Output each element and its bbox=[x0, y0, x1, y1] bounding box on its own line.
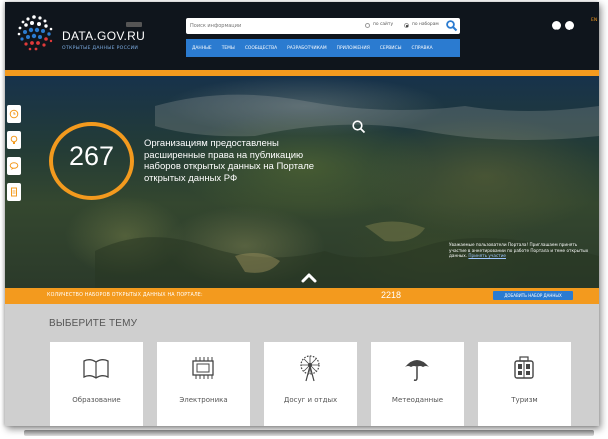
browser-page: DATA.GOV.RU ОТКРЫТЫЕ ДАННЫЕ РОССИИ по са… bbox=[5, 2, 599, 426]
logo-subtitle: ОТКРЫТЫЕ ДАННЫЕ РОССИИ bbox=[62, 46, 139, 51]
tool-idea[interactable] bbox=[7, 131, 21, 149]
topic-card-weather[interactable]: Метеоданные bbox=[371, 342, 464, 426]
survey-link[interactable]: Принять участие bbox=[468, 253, 506, 258]
logo-title[interactable]: DATA.GOV.RU bbox=[62, 29, 145, 43]
tool-clock[interactable] bbox=[7, 105, 21, 123]
topic-card-tourism[interactable]: Туризм bbox=[478, 342, 571, 426]
topics-section: ВЫБЕРИТЕ ТЕМУ Образование Электроника До… bbox=[5, 304, 599, 426]
topic-card-leisure[interactable]: Досуг и отдых bbox=[264, 342, 357, 426]
scope-label-site: по сайту bbox=[373, 22, 394, 27]
dataset-count-bar: КОЛИЧЕСТВО НАБОРОВ ОТКРЫТЫХ ДАННЫХ НА ПО… bbox=[5, 288, 599, 304]
chip-icon bbox=[192, 357, 214, 379]
topic-label: Досуг и отдых bbox=[283, 396, 338, 404]
logo-dots-icon[interactable] bbox=[15, 14, 57, 52]
edit-icon[interactable] bbox=[565, 21, 574, 34]
site-header: DATA.GOV.RU ОТКРЫТЫЕ ДАННЫЕ РОССИИ по са… bbox=[5, 2, 599, 70]
nav-item-services[interactable]: СЕРВИСЫ bbox=[375, 46, 407, 51]
chat-icon bbox=[9, 162, 19, 170]
ferris-wheel-icon bbox=[300, 355, 320, 382]
scroll-up-icon[interactable] bbox=[295, 268, 323, 288]
dataset-count-value: 2218 bbox=[381, 290, 402, 300]
stat-count: 267 bbox=[68, 141, 115, 171]
search-bar: по сайту по наборам bbox=[186, 18, 460, 34]
umbrella-icon bbox=[405, 360, 429, 381]
lightbulb-icon bbox=[10, 135, 18, 144]
book-icon bbox=[83, 359, 109, 379]
main-nav: ДАННЫЕ ТЕМЫ СООБЩЕСТВА РАЗРАБОТЧИКАМ ПРИ… bbox=[186, 39, 460, 57]
tool-document[interactable] bbox=[7, 183, 21, 201]
accessibility-icon[interactable] bbox=[552, 21, 561, 34]
topics-title: ВЫБЕРИТЕ ТЕМУ bbox=[49, 318, 138, 329]
topic-card-education[interactable]: Образование bbox=[50, 342, 143, 426]
clock-icon bbox=[9, 109, 19, 119]
nav-item-communities[interactable]: СООБЩЕСТВА bbox=[240, 46, 282, 51]
topic-label: Туризм bbox=[511, 396, 538, 404]
tool-comments[interactable] bbox=[7, 157, 21, 175]
scope-radio-datasets[interactable] bbox=[404, 23, 409, 28]
nav-item-topics[interactable]: ТЕМЫ bbox=[217, 46, 240, 51]
nav-item-data[interactable]: ДАННЫЕ bbox=[186, 46, 217, 51]
topic-label: Электроника bbox=[179, 396, 228, 404]
topic-label: Образование bbox=[72, 396, 121, 404]
nav-item-developers[interactable]: РАЗРАБОТЧИКАМ bbox=[282, 46, 331, 51]
map-search-icon[interactable] bbox=[351, 119, 367, 135]
scope-radio-site[interactable] bbox=[365, 23, 370, 28]
scope-label-datasets: по наборам bbox=[412, 22, 439, 27]
document-icon bbox=[11, 187, 17, 197]
page-shadow bbox=[24, 430, 594, 436]
language-switch[interactable]: EN bbox=[591, 18, 597, 23]
hero-headline[interactable]: Организациям предоставлены расширенные п… bbox=[144, 138, 334, 184]
nav-item-apps[interactable]: ПРИЛОЖЕНИЯ bbox=[332, 46, 375, 51]
topic-card-electronics[interactable]: Электроника bbox=[157, 342, 250, 426]
add-dataset-button[interactable]: ДОБАВИТЬ НАБОР ДАННЫХ bbox=[493, 291, 573, 300]
beta-badge bbox=[126, 22, 142, 27]
search-icon[interactable] bbox=[445, 19, 458, 32]
dataset-count-label: КОЛИЧЕСТВО НАБОРОВ ОТКРЫТЫХ ДАННЫХ НА ПО… bbox=[47, 293, 203, 298]
topic-label: Метеоданные bbox=[391, 396, 444, 404]
search-input[interactable] bbox=[190, 20, 350, 31]
luggage-icon bbox=[514, 356, 534, 379]
survey-notice: Уважаемые пользователи Портала! Приглаша… bbox=[449, 242, 595, 259]
nav-item-help[interactable]: СПРАВКА bbox=[407, 46, 438, 51]
